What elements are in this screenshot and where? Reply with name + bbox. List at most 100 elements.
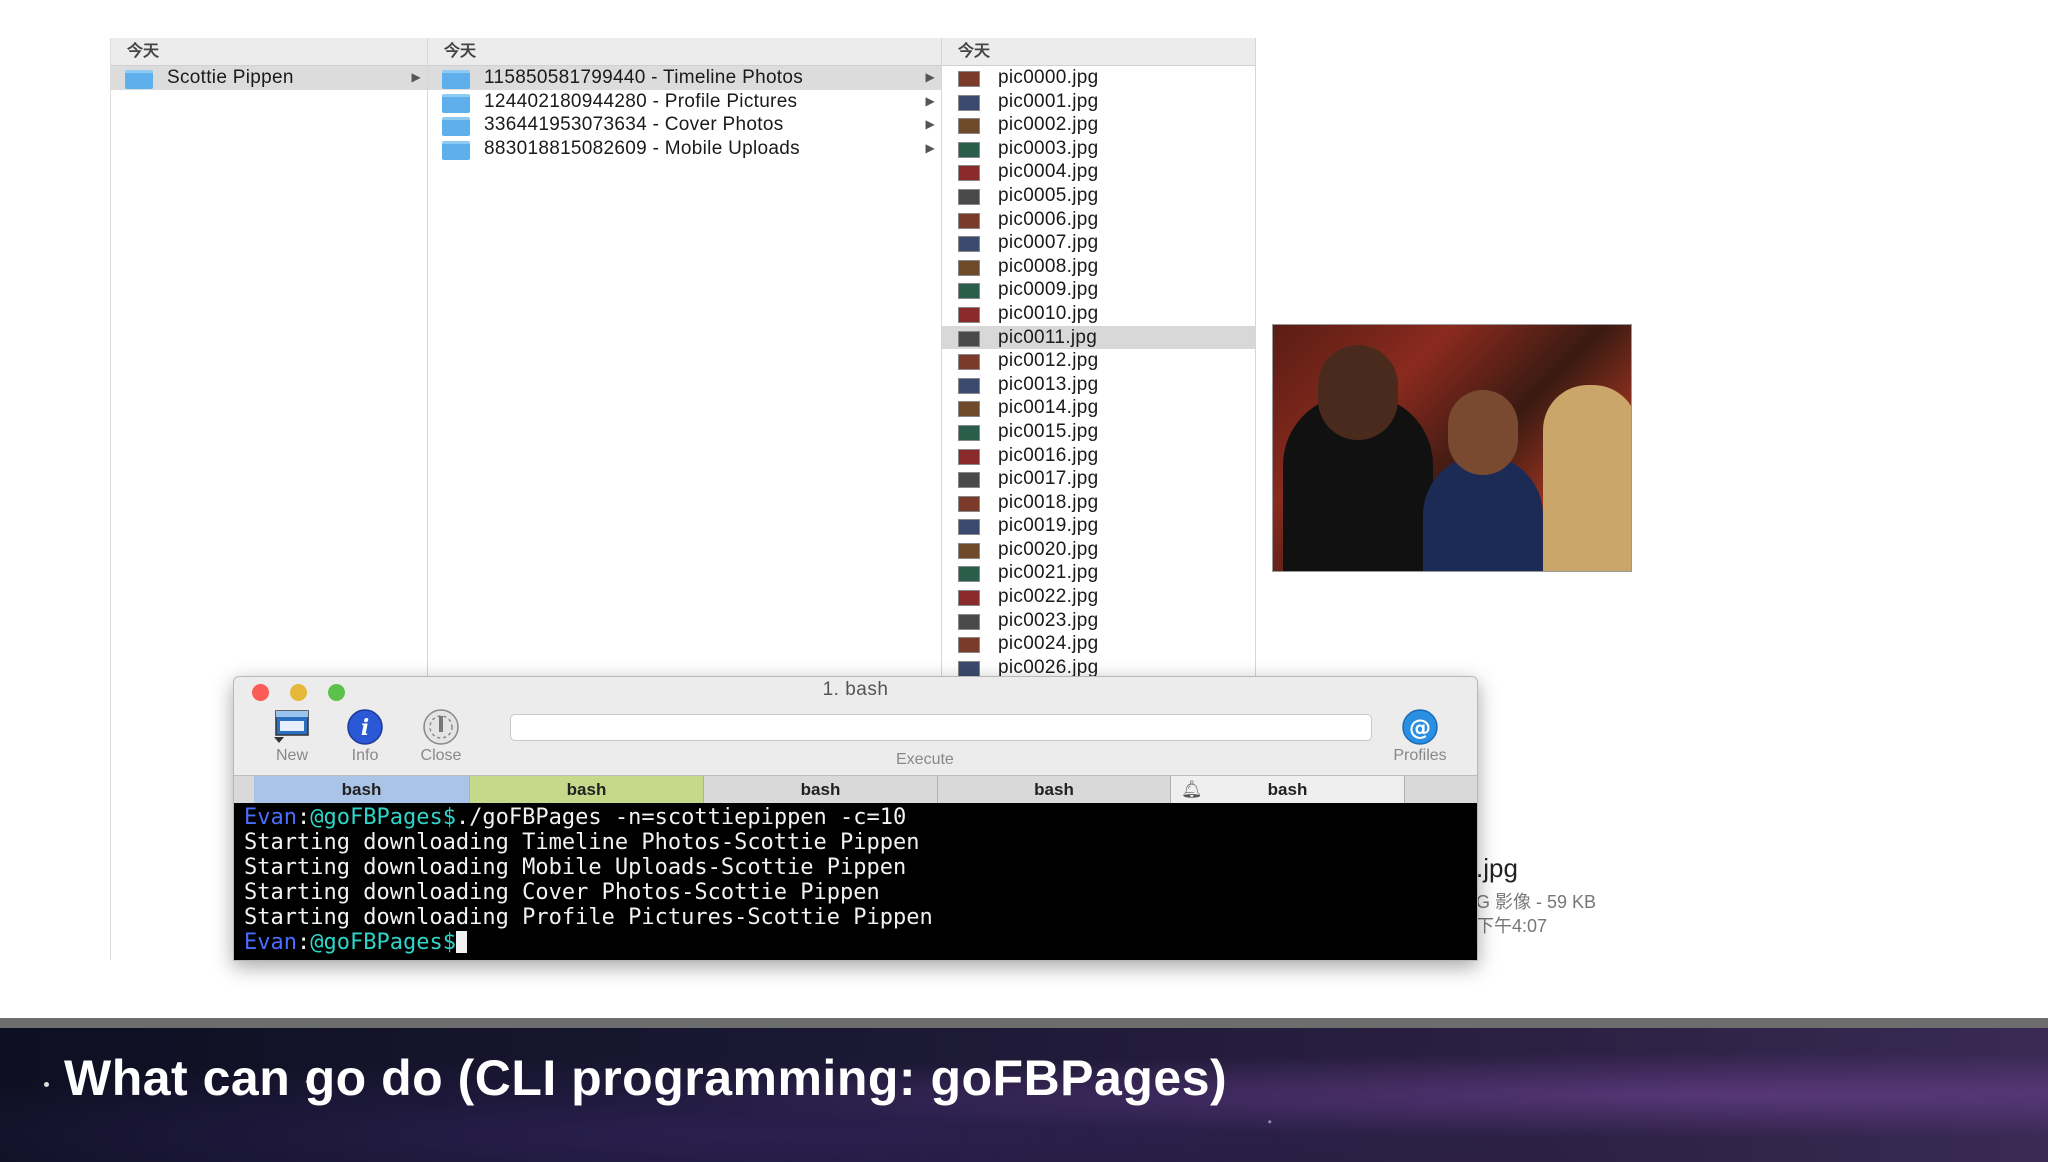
preview-figure — [1318, 345, 1398, 440]
folder-item-timeline-photos[interactable]: 115850581799440 - Timeline Photos ▶ — [428, 66, 941, 90]
file-item[interactable]: pic0006.jpg — [942, 208, 1255, 232]
column-header: 今天 — [111, 38, 427, 66]
tab-bash-5[interactable]: 🔔︎ bash — [1171, 776, 1405, 803]
file-item[interactable]: pic0009.jpg — [942, 278, 1255, 302]
folder-label: 124402180944280 - Profile Pictures — [484, 90, 798, 112]
image-thumbnail-icon — [958, 519, 980, 536]
file-label: pic0018.jpg — [998, 491, 1099, 513]
folder-icon — [442, 140, 470, 160]
file-item[interactable]: pic0001.jpg — [942, 90, 1255, 114]
execute-input[interactable] — [510, 714, 1372, 741]
prompt-user: Evan — [244, 930, 297, 955]
preview-file-info: .jpg G 影像 - 59 KB 下午4:07 — [1476, 853, 1596, 938]
output-line: Starting downloading Cover Photos-Scotti… — [244, 880, 880, 905]
preview-figure — [1448, 390, 1518, 475]
file-label: pic0002.jpg — [998, 114, 1099, 136]
terminal-output[interactable]: Evan:@goFBPages$./goFBPages -n=scottiepi… — [234, 803, 1477, 960]
file-item[interactable]: pic0017.jpg — [942, 467, 1255, 491]
preview-file-name: .jpg — [1476, 853, 1518, 883]
folder-item-mobile-uploads[interactable]: 883018815082609 - Mobile Uploads ▶ — [428, 137, 941, 161]
profiles-button[interactable]: @ Profiles — [1385, 707, 1455, 765]
folder-item-scottie-pippen[interactable]: Scottie Pippen ▶ — [111, 66, 427, 90]
folder-label: 883018815082609 - Mobile Uploads — [484, 137, 800, 159]
disclosure-arrow-icon: ▶ — [925, 93, 935, 108]
folder-icon — [125, 70, 153, 89]
folder-label: 115850581799440 - Timeline Photos — [484, 67, 804, 88]
file-label: pic0004.jpg — [998, 161, 1099, 183]
command-text: ./goFBPages -n=scottiepippen -c=10 — [455, 805, 907, 830]
tab-bash-1[interactable]: bash — [254, 776, 470, 803]
file-item[interactable]: pic0018.jpg — [942, 491, 1255, 515]
file-item[interactable]: pic0015.jpg — [942, 420, 1255, 444]
file-item[interactable]: pic0020.jpg — [942, 538, 1255, 562]
tab-bash-4[interactable]: bash — [938, 776, 1171, 803]
profiles-at-icon: @ — [1402, 709, 1438, 745]
file-item[interactable]: pic0008.jpg — [942, 255, 1255, 279]
svg-text:i: i — [361, 715, 369, 741]
image-thumbnail-icon — [958, 94, 980, 111]
output-line: Starting downloading Mobile Uploads-Scot… — [244, 855, 907, 880]
file-label: pic0015.jpg — [998, 420, 1099, 442]
file-label: pic0010.jpg — [998, 302, 1099, 324]
file-item[interactable]: pic0024.jpg — [942, 632, 1255, 656]
file-item[interactable]: pic0004.jpg — [942, 160, 1255, 184]
slide-banner: What can go do (CLI programming: goFBPag… — [0, 1018, 2048, 1162]
file-label: pic0024.jpg — [998, 633, 1099, 655]
info-icon: i — [347, 709, 383, 745]
disclosure-arrow-icon: ▶ — [411, 70, 421, 84]
tab-bash-2[interactable]: bash — [470, 776, 704, 803]
file-item[interactable]: pic0023.jpg — [942, 609, 1255, 633]
file-item[interactable]: pic0012.jpg — [942, 349, 1255, 373]
svg-text:@: @ — [1409, 716, 1431, 741]
new-tab-button[interactable]: New — [257, 707, 327, 765]
image-thumbnail-icon — [958, 448, 980, 465]
file-item[interactable]: pic0007.jpg — [942, 231, 1255, 255]
image-thumbnail-icon — [958, 377, 980, 394]
zoom-window-button[interactable] — [328, 684, 345, 701]
image-thumbnail-icon — [958, 259, 980, 276]
file-item[interactable]: pic0021.jpg — [942, 561, 1255, 585]
file-item[interactable]: pic0022.jpg — [942, 585, 1255, 609]
slide-title: What can go do (CLI programming: goFBPag… — [64, 1050, 1228, 1106]
file-item[interactable]: pic0003.jpg — [942, 137, 1255, 161]
file-item[interactable]: pic0016.jpg — [942, 444, 1255, 468]
file-item[interactable]: pic0013.jpg — [942, 373, 1255, 397]
image-thumbnail-icon — [958, 188, 980, 205]
tab-bash-3[interactable]: bash — [704, 776, 938, 803]
folder-icon — [442, 93, 470, 113]
info-button[interactable]: i Info — [330, 707, 400, 765]
folder-icon — [442, 70, 470, 89]
image-thumbnail-icon — [958, 354, 980, 371]
file-label: pic0017.jpg — [998, 468, 1099, 490]
folder-item-cover-photos[interactable]: 336441953073634 - Cover Photos ▶ — [428, 113, 941, 137]
file-label: pic0006.jpg — [998, 208, 1099, 230]
window-title: 1. bash — [822, 679, 889, 700]
prompt-suffix: $ — [442, 805, 456, 830]
minimize-window-button[interactable] — [290, 684, 307, 701]
folder-label: Scottie Pippen — [167, 67, 294, 88]
prompt-user: Evan — [244, 805, 297, 830]
file-item[interactable]: pic0011.jpg — [942, 325, 1255, 350]
file-label: pic0005.jpg — [998, 184, 1099, 206]
image-thumbnail-icon — [958, 660, 980, 677]
file-label: pic0026.jpg — [998, 656, 1099, 678]
close-tab-button[interactable]: Close — [406, 707, 476, 765]
file-item[interactable]: pic0005.jpg — [942, 184, 1255, 208]
folder-item-profile-pictures[interactable]: 124402180944280 - Profile Pictures ▶ — [428, 90, 941, 114]
file-label: pic0009.jpg — [998, 279, 1099, 301]
image-thumbnail-icon — [958, 472, 980, 489]
close-window-button[interactable] — [252, 684, 269, 701]
file-label: pic0014.jpg — [998, 397, 1099, 419]
file-item[interactable]: pic0014.jpg — [942, 396, 1255, 420]
terminal-window[interactable]: 1. bash New i Info Close Execute @ Profi… — [233, 676, 1478, 961]
image-thumbnail-icon — [958, 212, 980, 229]
file-item[interactable]: pic0019.jpg — [942, 514, 1255, 538]
file-item[interactable]: pic0002.jpg — [942, 113, 1255, 137]
file-item[interactable]: pic0010.jpg — [942, 302, 1255, 326]
file-item[interactable]: pic0000.jpg — [942, 66, 1255, 90]
tab-bash-5-label: bash — [1267, 780, 1308, 799]
column-header: 今天 — [428, 38, 941, 66]
file-label: pic0008.jpg — [998, 255, 1099, 277]
output-line: Starting downloading Timeline Photos-Sco… — [244, 830, 920, 855]
image-thumbnail-icon — [958, 283, 980, 300]
